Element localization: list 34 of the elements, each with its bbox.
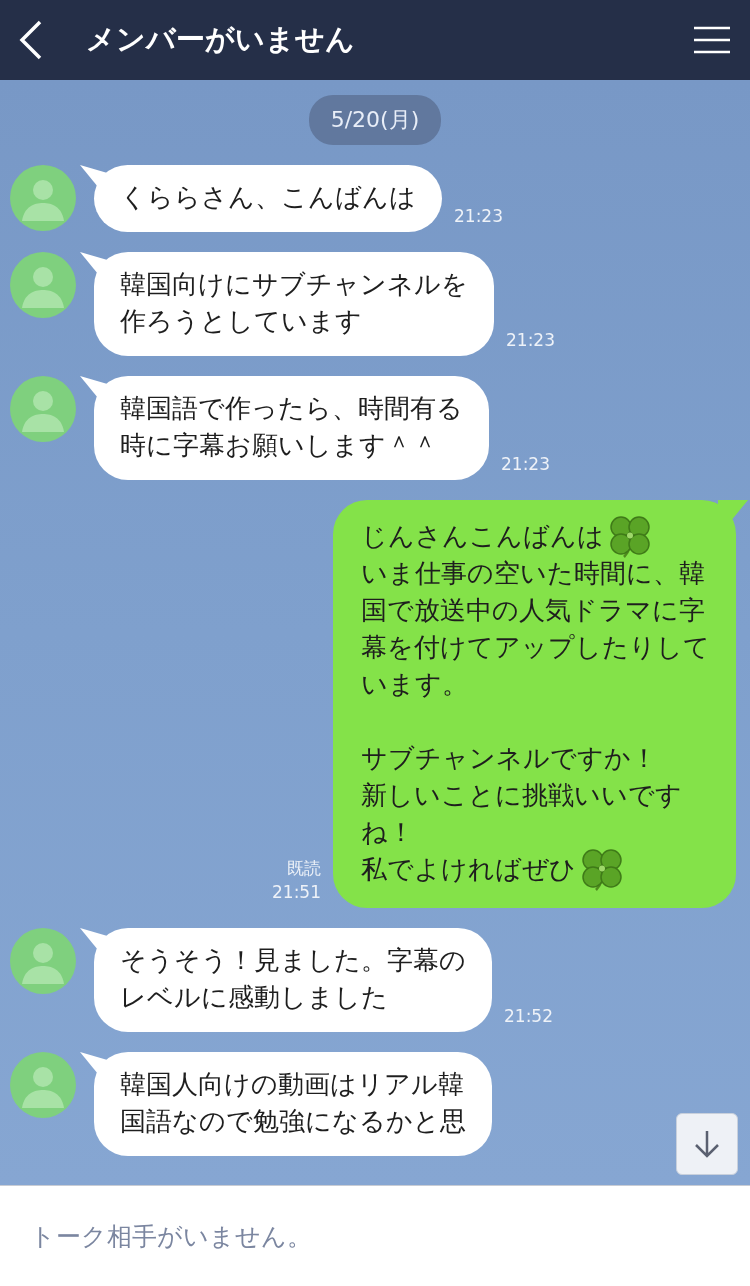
avatar-icon	[10, 165, 76, 231]
message-text: そうそう！見ました。字幕の レベルに感動しました	[120, 944, 466, 1014]
message-time: 21:23	[454, 206, 503, 226]
message-time: 21:52	[504, 1006, 553, 1026]
avatar-icon	[10, 376, 76, 442]
menu-icon	[694, 25, 730, 55]
arrow-down-icon	[692, 1129, 722, 1159]
message-text: 韓国人向けの動画はリアル韓 国語なので勉強になるかと思	[120, 1068, 466, 1138]
clover-icon	[580, 847, 624, 892]
avatar-icon	[10, 928, 76, 994]
clover-icon	[608, 514, 652, 559]
message-text: じんさんこんばんは	[361, 520, 604, 553]
date-label: 5/20(月)	[308, 95, 442, 145]
scroll-down-button[interactable]	[676, 1113, 738, 1175]
read-receipt: 既読	[287, 857, 321, 880]
message-text: ね！	[361, 816, 414, 849]
message-text: 韓国向けにサブチャンネルを 作ろうとしています	[120, 268, 468, 338]
message-text: 幕を付けてアップしたりして	[361, 631, 710, 664]
message-text: 国で放送中の人気ドラマに字	[361, 594, 705, 627]
message-text: くららさん、こんばんは	[120, 181, 416, 214]
menu-button[interactable]	[694, 25, 730, 55]
message-time: 21:23	[506, 330, 555, 350]
message-text: 韓国語で作ったら、時間有る 時に字幕お願いします＾＾	[120, 392, 463, 462]
message-text: サブチャンネルですか！	[361, 742, 657, 775]
message-text: いま仕事の空いた時間に、韓	[361, 557, 705, 590]
message-text: 私でよければぜひ	[361, 853, 576, 886]
message-input[interactable]: トーク相手がいません。	[28, 1220, 722, 1252]
chat-title: メンバーがいません	[86, 21, 356, 58]
message-time: 21:51	[272, 882, 321, 902]
avatar-icon	[10, 1052, 76, 1118]
avatar-icon	[10, 252, 76, 318]
message-text: 新しいことに挑戦いいです	[361, 779, 682, 812]
message-time: 21:23	[501, 454, 550, 474]
message-text: います。	[361, 668, 468, 701]
